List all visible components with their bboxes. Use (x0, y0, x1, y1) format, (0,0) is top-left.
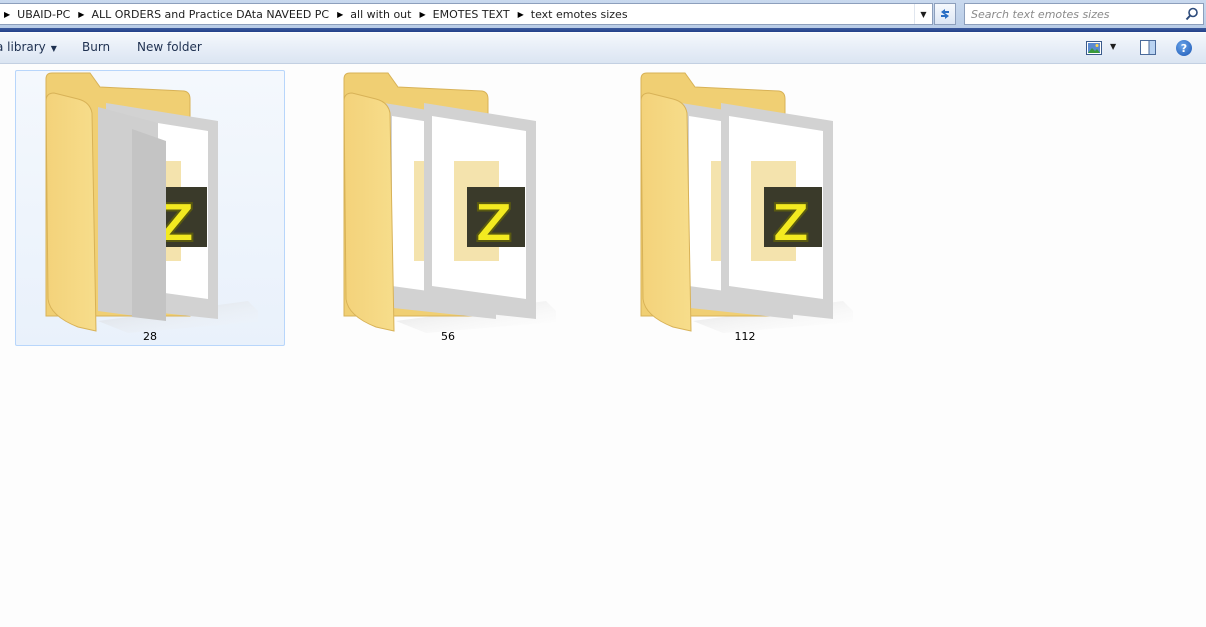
help-icon: ? (1180, 41, 1188, 55)
chevron-right-icon: ▶ (337, 9, 344, 19)
breadcrumb-label: EMOTES TEXT (432, 7, 510, 21)
breadcrumb-label: text emotes sizes (530, 7, 628, 21)
breadcrumb-all-orders[interactable]: ▶ ALL ORDERS and Practice DAta NAVEED PC (74, 4, 333, 24)
folder-item-28[interactable]: Z 28 (15, 70, 285, 346)
address-bar[interactable]: ▶ UBAID-PC ▶ ALL ORDERS and Practice DAt… (0, 3, 933, 25)
search-input[interactable] (965, 5, 1175, 23)
breadcrumb-ubaid-pc[interactable]: ▶ UBAID-PC (0, 4, 74, 24)
chevron-right-icon: ▶ (419, 9, 426, 19)
breadcrumb-label: UBAID-PC (17, 7, 71, 21)
chevron-down-icon: ▼ (50, 44, 57, 53)
burn-button[interactable]: Burn (82, 40, 110, 54)
breadcrumb-emotes-text[interactable]: ▶ EMOTES TEXT (415, 4, 513, 24)
folder-icon: Z (45, 72, 258, 333)
breadcrumb-label: ALL ORDERS and Practice DAta NAVEED PC (91, 7, 330, 21)
view-options-dropdown[interactable]: ▼ (1110, 42, 1116, 51)
chevron-right-icon: ▶ (517, 9, 524, 19)
library-button-label: a library (0, 40, 46, 54)
refresh-icon (941, 9, 949, 19)
search-box[interactable] (964, 3, 1204, 25)
letter-glyph: Z (475, 194, 513, 254)
folder-name: 28 (143, 330, 157, 343)
file-list-view: Z 28 GZ 56 GZ 112 (0, 65, 1206, 627)
chevron-right-icon: ▶ (78, 9, 85, 19)
command-bar: a library ▼ Burn New folder (0, 33, 1206, 64)
folder-icon: GZ (640, 72, 853, 333)
folder-name: 56 (441, 330, 455, 343)
window-frame-edge (0, 28, 1206, 32)
folder-icon: GZ (343, 72, 556, 333)
change-view-icon[interactable] (1086, 41, 1102, 55)
breadcrumb-all-with-out[interactable]: ▶ all with out (333, 4, 415, 24)
burn-button-label: Burn (82, 40, 111, 54)
folder-name: 112 (734, 330, 756, 343)
address-history-dropdown[interactable]: ▼ (914, 4, 932, 24)
chevron-right-icon: ▶ (4, 9, 11, 19)
help-button[interactable]: ? (1176, 40, 1192, 56)
folder-item-112[interactable]: GZ 112 (610, 70, 880, 346)
address-bar-region: ▶ UBAID-PC ▶ ALL ORDERS and Practice DAt… (0, 0, 1206, 32)
include-in-library-button[interactable]: a library ▼ (0, 40, 57, 54)
letter-glyph: Z (772, 194, 810, 254)
chevron-down-icon: ▼ (920, 9, 927, 19)
new-folder-button[interactable]: New folder (137, 40, 202, 54)
breadcrumb-text-emotes-sizes[interactable]: ▶ text emotes sizes (514, 4, 632, 24)
breadcrumb-label: all with out (350, 7, 412, 21)
preview-thumbnail: Z (424, 103, 536, 319)
preview-thumbnail: Z (721, 103, 833, 319)
search-icon (1185, 7, 1198, 21)
preview-pane-icon[interactable] (1140, 40, 1156, 55)
refresh-button[interactable] (934, 3, 956, 25)
folder-item-56[interactable]: GZ 56 (313, 70, 583, 346)
new-folder-button-label: New folder (137, 40, 202, 54)
